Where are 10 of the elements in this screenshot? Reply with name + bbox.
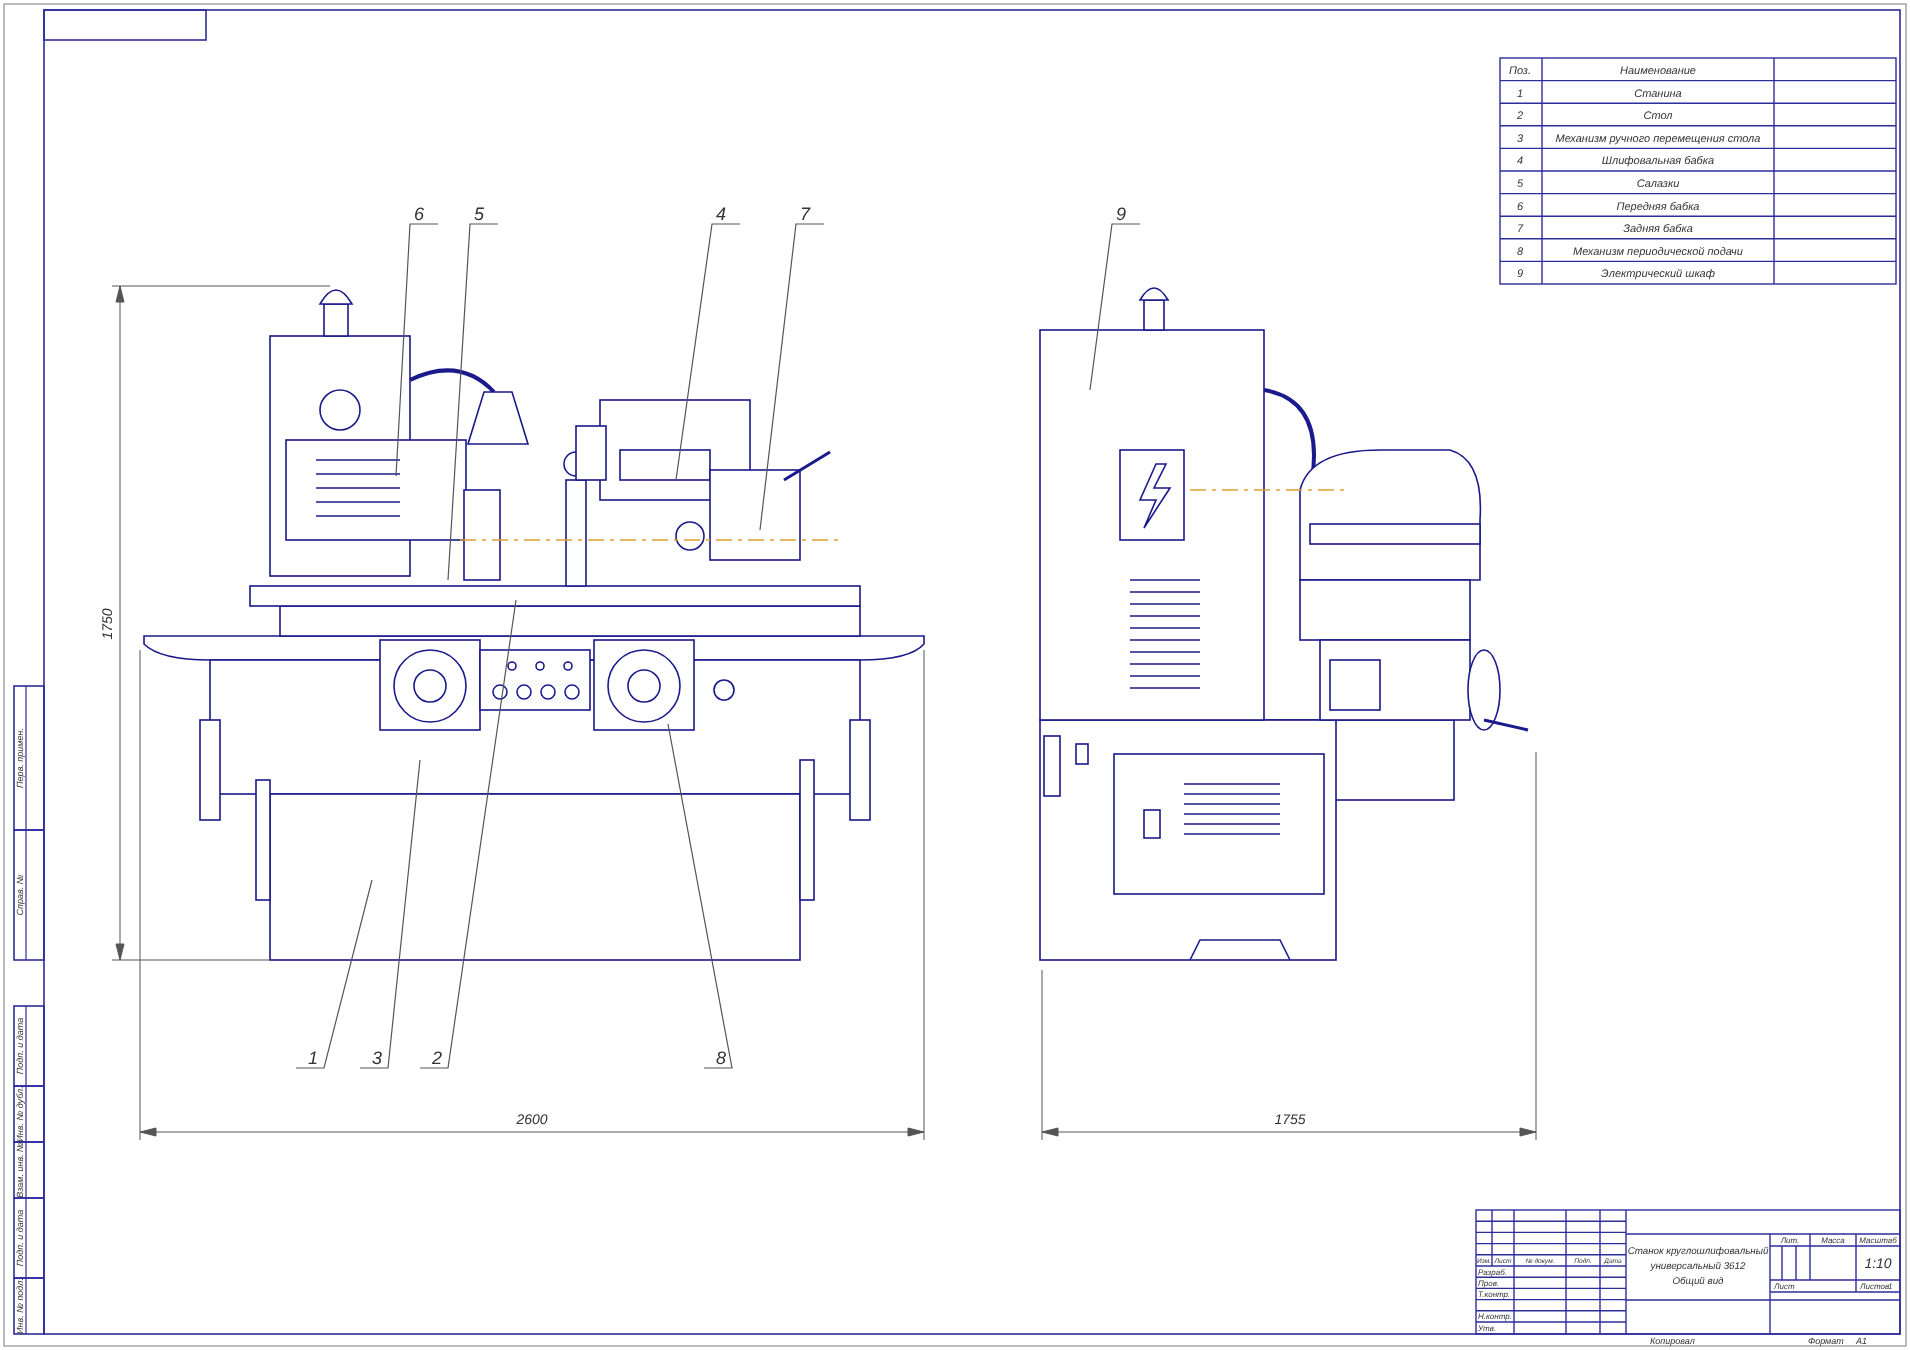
callout-number: 2	[432, 1048, 443, 1068]
callout-number: 8	[716, 1048, 727, 1068]
callout-number: 4	[716, 204, 727, 224]
callout-number: 7	[800, 204, 811, 224]
callout-number: 1	[308, 1048, 319, 1068]
callout-number: 3	[372, 1048, 383, 1068]
callout-number: 9	[1116, 204, 1127, 224]
lightning-sign-icon	[1119, 449, 1185, 541]
callout-number: 6	[414, 204, 425, 224]
callout-number: 5	[474, 204, 485, 224]
